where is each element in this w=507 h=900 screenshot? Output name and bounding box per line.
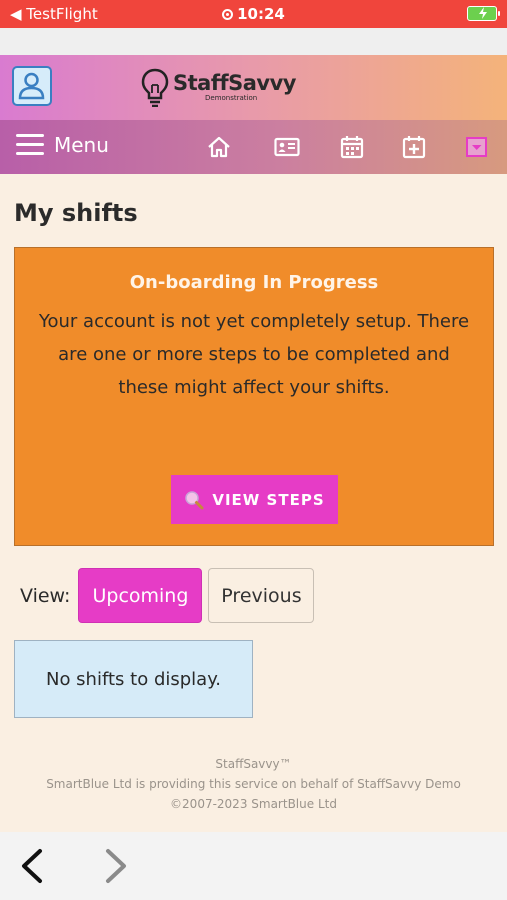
view-label: View: [20,584,71,607]
battery-icon [467,6,500,21]
id-card-icon[interactable] [274,134,300,160]
footer-brand: StaffSavvy™ [215,757,292,771]
page-footer: StaffSavvy™ SmartBlue Ltd is providing t… [0,754,507,814]
onboarding-message: Your account is not yet completely setup… [38,311,470,398]
menu-button[interactable]: Menu [16,133,109,157]
brand-subtitle: Demonstration [205,94,258,102]
view-steps-button[interactable]: VIEW STEPS [171,475,338,524]
home-icon[interactable] [206,134,232,160]
calendar-icon[interactable] [339,134,365,160]
page-title: My shifts [14,199,138,227]
brand-logo[interactable]: StaffSavvy Demonstration [141,67,296,107]
menu-label: Menu [54,133,109,157]
view-toggle: View: Upcoming Previous [20,568,315,623]
brand-name: StaffSavvy [173,71,296,95]
view-steps-label: VIEW STEPS [212,490,325,509]
nav-bar: Menu [0,120,507,174]
status-time-area: 10:24 [0,5,507,23]
magnifier-icon [185,490,204,509]
app-header: StaffSavvy Demonstration [0,55,507,120]
user-profile-icon[interactable] [12,66,52,106]
lightbulb-icon [141,68,169,107]
dropdown-box-icon[interactable] [464,134,490,160]
status-bar: ◀ TestFlight 10:24 [0,0,507,28]
calendar-add-icon[interactable] [401,134,427,160]
chevron-right-icon[interactable] [102,848,130,884]
tab-previous[interactable]: Previous [208,568,315,623]
browser-top-strip [0,28,507,55]
footer-copyright: ©2007-2023 SmartBlue Ltd [170,797,337,811]
onboarding-title: On-boarding In Progress [129,272,379,293]
onboarding-panel: On-boarding In Progress Your account is … [14,247,494,546]
status-time: 10:24 [237,5,285,23]
empty-shifts-message: No shifts to display. [14,640,253,718]
browser-bottom-bar [0,832,507,900]
chevron-left-icon[interactable] [18,848,46,884]
tab-upcoming[interactable]: Upcoming [78,568,203,623]
footer-provider: SmartBlue Ltd is providing this service … [46,777,461,791]
hamburger-icon [16,134,44,156]
location-icon [222,9,234,20]
